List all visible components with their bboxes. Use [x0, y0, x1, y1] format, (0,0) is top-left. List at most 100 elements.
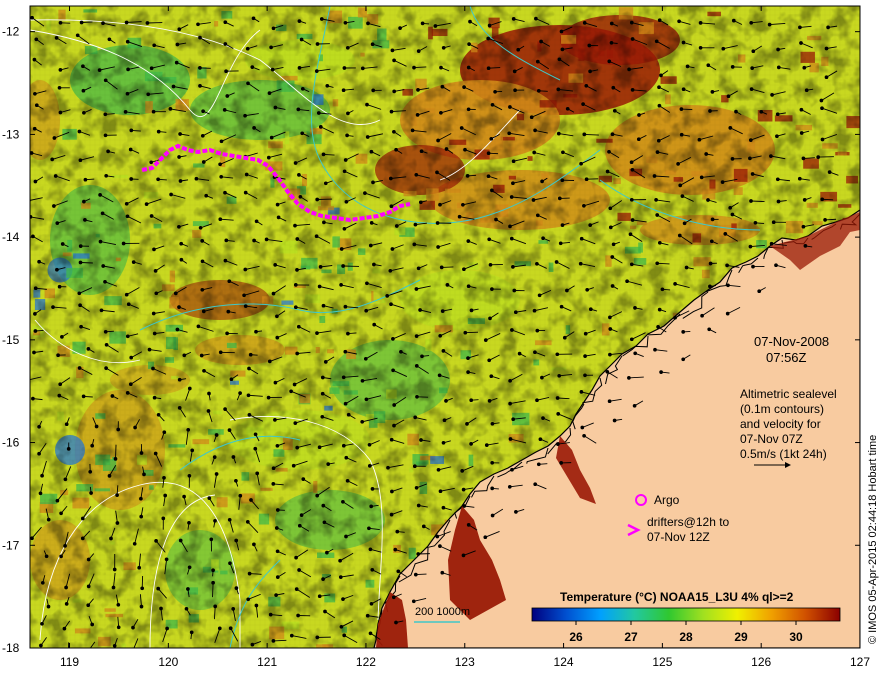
velocity-arrow-head [613, 109, 616, 112]
velocity-arrow-head [557, 88, 560, 91]
velocity-arrow-head [213, 456, 216, 459]
velocity-arrow-head [561, 179, 564, 182]
velocity-arrow-head [434, 25, 437, 28]
velocity-arrow-head [653, 175, 656, 178]
velocity-arrow-head [179, 133, 182, 136]
velocity-arrow-head [232, 608, 235, 611]
velocity-arrow-head [147, 93, 150, 96]
velocity-arrow-head [656, 214, 659, 217]
velocity-arrow-head [322, 304, 325, 307]
velocity-arrow-head [208, 497, 211, 500]
velocity-arrow-head [187, 428, 190, 431]
velocity-arrow-head [566, 107, 569, 110]
velocity-arrow-head [588, 44, 591, 47]
velocity-arrow-head [491, 288, 494, 291]
velocity-arrow-head [125, 293, 128, 296]
velocity-arrow-head [397, 570, 400, 573]
velocity-arrow-head [316, 636, 319, 639]
velocity-arrow-head [417, 267, 420, 270]
velocity-arrow-head [145, 203, 148, 206]
lon-tick-label: 123 [455, 655, 475, 669]
velocity-arrow-head [491, 461, 494, 464]
velocity-arrow-head [292, 464, 295, 467]
velocity-arrow-head [467, 371, 470, 374]
velocity-arrow-head [126, 92, 129, 95]
velocity-arrow-head [535, 17, 538, 20]
velocity-arrow-head [275, 594, 278, 597]
velocity-arrow-head [731, 158, 734, 161]
velocity-arrow-head [389, 177, 392, 180]
velocity-arrow-head [294, 284, 297, 287]
velocity-arrow-head [678, 20, 681, 23]
velocity-arrow-head [420, 150, 423, 153]
velocity-arrow-head [132, 626, 135, 629]
velocity-arrow-head [183, 495, 186, 498]
velocity-arrow-head [510, 196, 513, 199]
velocity-arrow-head [513, 70, 516, 73]
velocity-arrow-head [490, 375, 493, 378]
velocity-arrow-head [462, 488, 465, 491]
velocity-arrow-head [463, 505, 466, 508]
velocity-arrow-head [415, 365, 418, 368]
velocity-arrow-head [105, 343, 108, 346]
velocity-arrow-head [272, 483, 275, 486]
velocity-arrow-head [631, 89, 634, 92]
velocity-arrow-head [276, 509, 279, 512]
velocity-arrow-head [130, 129, 133, 132]
velocity-arrow-head [464, 331, 467, 334]
velocity-arrow-head [343, 634, 346, 637]
velocity-arrow-head [56, 499, 59, 502]
velocity-arrow-head [682, 358, 685, 361]
velocity-arrow-head [557, 132, 560, 135]
velocity-arrow-head [124, 111, 127, 114]
velocity-arrow-head [367, 22, 370, 25]
velocity-arrow-head [143, 473, 146, 476]
velocity-arrow-head [393, 424, 396, 427]
altimetry-line: (0.1m contours) [740, 402, 824, 416]
date-label: 07-Nov-2008 [754, 334, 829, 349]
velocity-arrow-head [658, 104, 661, 107]
velocity-arrow-head [613, 419, 616, 422]
velocity-arrow-head [751, 173, 754, 176]
velocity-arrow-head [372, 89, 375, 92]
velocity-arrow-head [255, 330, 258, 333]
velocity-arrow-head [232, 456, 235, 459]
velocity-arrow-head [176, 328, 179, 331]
velocity-arrow-head [63, 627, 66, 630]
velocity-arrow-head [414, 573, 417, 576]
velocity-arrow-head [65, 603, 68, 606]
velocity-arrow-head [244, 191, 247, 194]
velocity-arrow-head [346, 134, 349, 137]
velocity-arrow-head [680, 133, 683, 136]
velocity-arrow-head [658, 19, 661, 22]
velocity-arrow-head [105, 367, 108, 370]
velocity-arrow-head [208, 392, 211, 395]
velocity-arrow-head [321, 415, 324, 418]
velocity-arrow-head [188, 521, 191, 524]
velocity-arrow-head [760, 110, 763, 113]
velocity-arrow-head [373, 323, 376, 326]
lat-tick-label: -14 [2, 230, 20, 244]
velocity-arrow-head [589, 224, 592, 227]
velocity-arrow-head [40, 644, 43, 647]
velocity-arrow-head [399, 27, 402, 30]
velocity-arrow-head [343, 170, 346, 173]
velocity-arrow-head [368, 527, 371, 530]
velocity-arrow-head [56, 268, 59, 271]
velocity-arrow-head [220, 175, 223, 178]
velocity-arrow-head [170, 193, 173, 196]
velocity-arrow-head [827, 26, 830, 29]
velocity-arrow-head [117, 603, 120, 606]
velocity-arrow-head [751, 67, 754, 70]
velocity-arrow-head [439, 545, 442, 548]
velocity-arrow-head [612, 243, 615, 246]
velocity-arrow-head [541, 180, 544, 183]
velocity-arrow-head [440, 66, 443, 69]
velocity-arrow-head [461, 470, 464, 473]
velocity-arrow-head [178, 306, 181, 309]
velocity-arrow-head [82, 65, 85, 68]
velocity-arrow-head [127, 303, 130, 306]
velocity-arrow-head [108, 475, 111, 478]
velocity-arrow-head [212, 569, 215, 572]
velocity-arrow-head [199, 36, 202, 39]
